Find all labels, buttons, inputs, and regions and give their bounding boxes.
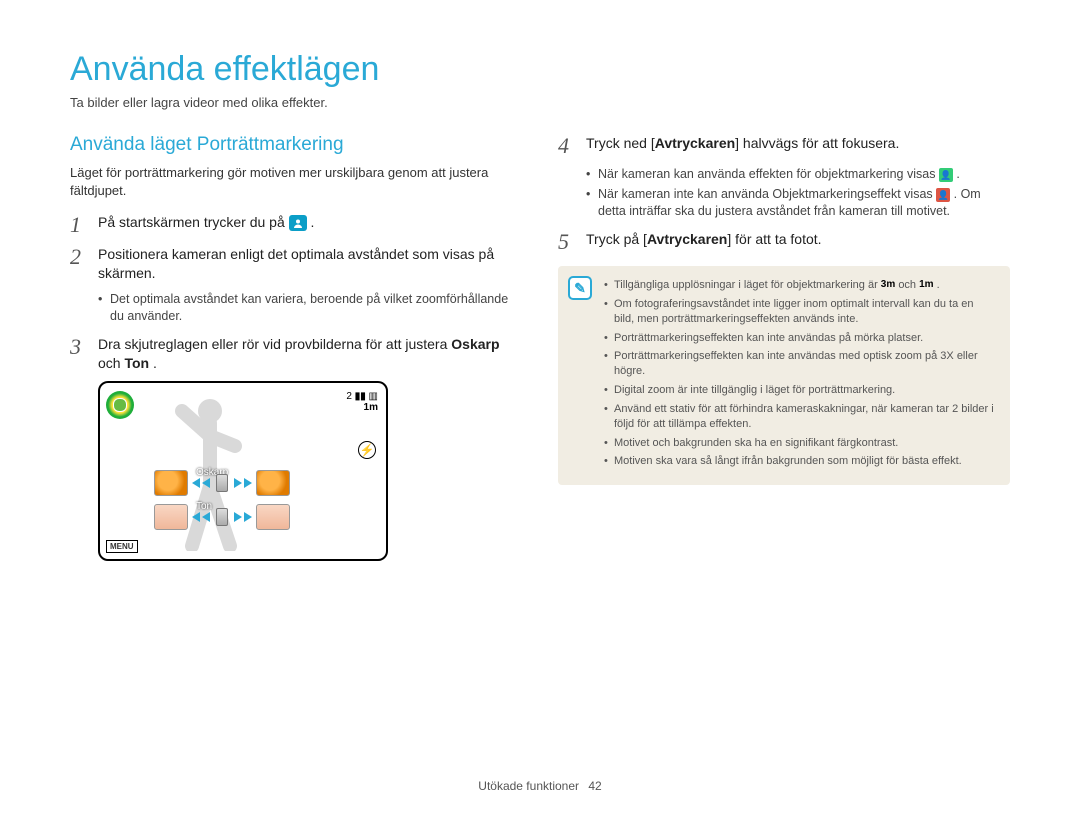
step-4-subitem-2: När kameran inte kan använda Objektmarke… xyxy=(586,186,1010,220)
fail-indicator-icon: 👤 xyxy=(936,188,950,202)
step-2: 2 Positionera kameran enligt det optimal… xyxy=(70,245,522,283)
slider-ton xyxy=(154,503,290,531)
step-4-subitem-1: När kameran kan använda effekten för obj… xyxy=(586,166,1010,183)
mode-indicator-icon xyxy=(106,391,134,419)
step-1-text-pre: På startskärmen trycker du på xyxy=(98,214,289,230)
step-1-text-post: . xyxy=(311,214,315,230)
footer-section: Utökade funktioner xyxy=(478,779,579,793)
note-icon: ✎ xyxy=(568,276,592,300)
step-5-text-pre: Tryck på [ xyxy=(586,231,647,247)
arrow-left-icon xyxy=(202,512,210,522)
note-item: Porträttmarkeringseffekten kan inte anvä… xyxy=(604,331,996,346)
slider-handle-icon xyxy=(216,508,228,526)
step-3-text-mid: och xyxy=(98,355,124,371)
menu-badge: MENU xyxy=(106,540,138,553)
step-5-text-post: ] för att ta fotot. xyxy=(727,231,821,247)
step-number: 1 xyxy=(70,213,88,237)
step-number: 3 xyxy=(70,335,88,373)
arrow-right-icon xyxy=(244,512,252,522)
intro-paragraph: Läget för porträttmarkering gör motiven … xyxy=(70,164,522,199)
step-3-text-post: . xyxy=(153,355,157,371)
thumb-left-icon xyxy=(154,470,188,496)
resolution-1m-icon: 1m xyxy=(919,278,933,292)
step-2-subitem: Det optimala avståndet kan variera, bero… xyxy=(98,291,522,325)
camera-preview-screenshot: 2 ▮▮ ▥ 1m ⚡ Oskarp Ton xyxy=(98,381,388,561)
note-item: Motivet och bakgrunden ska ha en signifi… xyxy=(604,436,996,451)
step-number: 2 xyxy=(70,245,88,283)
left-column: Använda läget Porträttmarkering Läget fö… xyxy=(70,134,522,561)
step-4-text-pre: Tryck ned [ xyxy=(586,135,655,151)
arrow-left-icon xyxy=(192,512,200,522)
top-right-indicators: 2 ▮▮ ▥ 1m xyxy=(346,391,378,413)
page-subtitle: Ta bilder eller lagra videor med olika e… xyxy=(70,95,1010,110)
page-title: Använda effektlägen xyxy=(70,50,1010,89)
arrow-left-icon xyxy=(192,478,200,488)
note-item: Om fotograferingsavståndet inte ligger i… xyxy=(604,297,996,327)
section-title: Använda läget Porträttmarkering xyxy=(70,134,522,156)
note-item: Motiven ska vara så långt ifrån bakgrund… xyxy=(604,454,996,469)
step-1: 1 På startskärmen trycker du på . xyxy=(70,213,522,237)
step-3-text-pre: Dra skjutreglagen eller rör vid provbild… xyxy=(98,336,451,352)
note-item: Digital zoom är inte tillgänglig i läget… xyxy=(604,383,996,398)
thumb-right-icon xyxy=(256,504,290,530)
note-item: Tillgängliga upplösningar i läget för ob… xyxy=(604,278,996,293)
step-4-bold: Avtryckaren xyxy=(655,135,735,151)
arrow-right-icon xyxy=(234,512,242,522)
step-2-text: Positionera kameran enligt det optimala … xyxy=(98,245,522,283)
note-item: Använd ett stativ för att förhindra kame… xyxy=(604,402,996,432)
arrow-right-icon xyxy=(244,478,252,488)
resolution-3m-icon: 3m xyxy=(881,278,895,292)
right-column: 4 Tryck ned [Avtryckaren] halvvägs för a… xyxy=(558,134,1010,561)
step-number: 4 xyxy=(558,134,576,158)
step-4: 4 Tryck ned [Avtryckaren] halvvägs för a… xyxy=(558,134,1010,158)
thumb-right-icon xyxy=(256,470,290,496)
step-4-text-post: ] halvvägs för att fokusera. xyxy=(735,135,899,151)
page-footer: Utökade funktioner 42 xyxy=(0,779,1080,793)
thumb-left-icon xyxy=(154,504,188,530)
slider-handle-icon xyxy=(216,474,228,492)
step-3-bold-1: Oskarp xyxy=(451,336,499,352)
portrait-mode-icon xyxy=(289,215,307,231)
page-number: 42 xyxy=(588,779,601,793)
step-5: 5 Tryck på [Avtryckaren] för att ta foto… xyxy=(558,230,1010,254)
arrow-right-icon xyxy=(234,478,242,488)
arrow-left-icon xyxy=(202,478,210,488)
step-number: 5 xyxy=(558,230,576,254)
ok-indicator-icon: 👤 xyxy=(939,168,953,182)
step-3: 3 Dra skjutreglagen eller rör vid provbi… xyxy=(70,335,522,373)
note-box: ✎ Tillgängliga upplösningar i läget för … xyxy=(558,266,1010,485)
flash-icon: ⚡ xyxy=(358,441,376,459)
note-item: Porträttmarkeringseffekten kan inte anvä… xyxy=(604,349,996,379)
slider-oskarp xyxy=(154,469,290,497)
step-5-bold: Avtryckaren xyxy=(647,231,727,247)
step-3-bold-2: Ton xyxy=(124,355,149,371)
